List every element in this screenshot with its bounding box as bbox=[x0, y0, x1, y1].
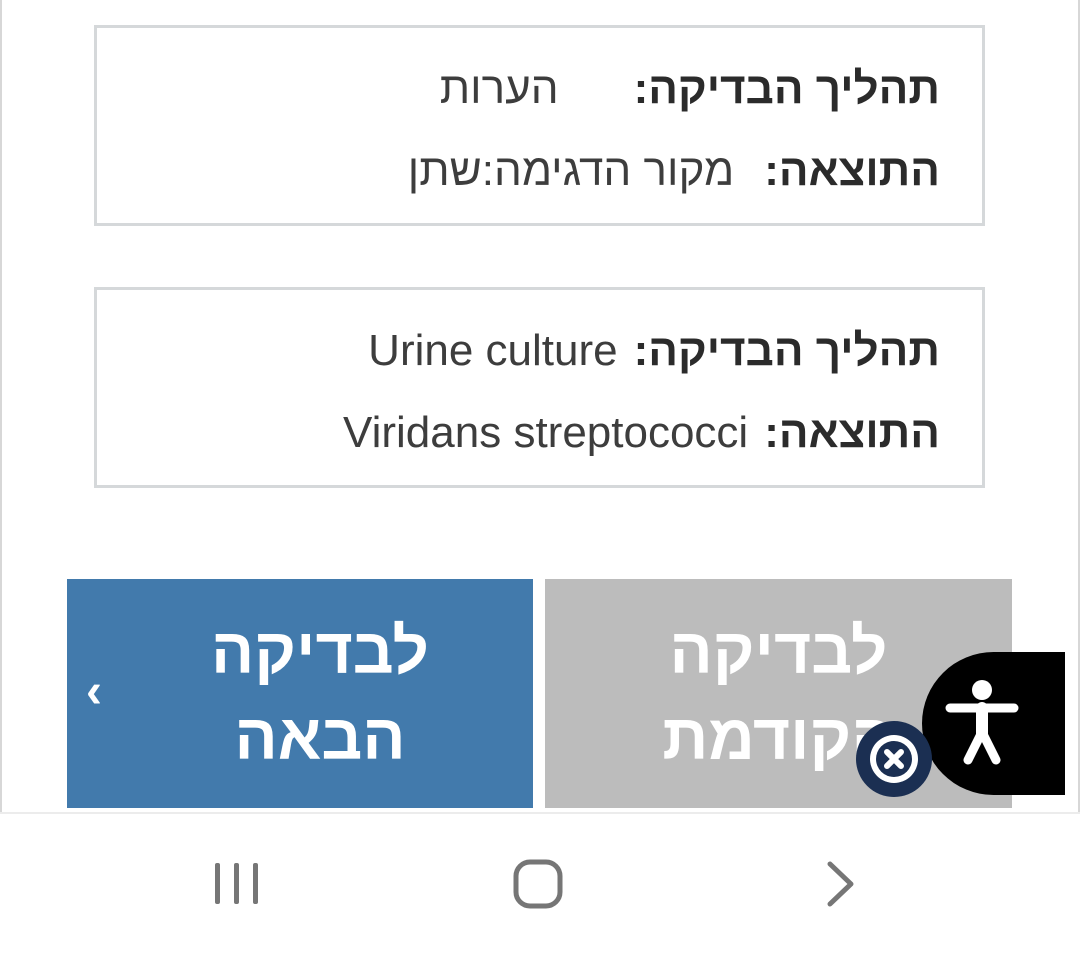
back-chevron-icon bbox=[827, 861, 854, 907]
procedure-value: הערות bbox=[439, 64, 559, 113]
procedure-row: תהליך הבדיקה: Urine culture bbox=[368, 326, 940, 376]
back-button[interactable] bbox=[795, 844, 885, 924]
accessibility-widget-button[interactable] bbox=[922, 652, 1065, 795]
system-navigation-bar bbox=[0, 812, 1080, 955]
result-value: מקור הדגימה:שתן bbox=[407, 146, 735, 195]
result-card: תהליך הבדיקה: הערות התוצאה: מקור הדגימה:… bbox=[94, 25, 985, 226]
next-test-label: לבדיקה הבאה bbox=[211, 614, 429, 773]
test-results-page: תהליך הבדיקה: הערות התוצאה: מקור הדגימה:… bbox=[0, 0, 1080, 812]
result-label: התוצאה: bbox=[764, 408, 940, 457]
chevron-left-icon: ‹ bbox=[86, 665, 102, 718]
procedure-label: תהליך הבדיקה: bbox=[633, 64, 940, 113]
procedure-row: תהליך הבדיקה: הערות bbox=[440, 64, 940, 114]
recent-apps-button[interactable] bbox=[192, 844, 282, 924]
result-label: התוצאה: bbox=[764, 146, 940, 195]
close-accessibility-button[interactable] bbox=[856, 721, 932, 797]
recent-apps-icon bbox=[215, 863, 258, 904]
close-x-icon bbox=[870, 735, 918, 783]
accessibility-person-icon bbox=[945, 680, 1019, 765]
result-row: התוצאה: Viridans streptococci bbox=[343, 408, 940, 458]
procedure-label: תהליך הבדיקה: bbox=[633, 326, 940, 375]
home-icon bbox=[513, 859, 563, 909]
result-value: Viridans streptococci bbox=[343, 408, 749, 457]
home-button[interactable] bbox=[493, 844, 583, 924]
result-row: התוצאה: מקור הדגימה:שתן bbox=[408, 146, 940, 196]
procedure-value: Urine culture bbox=[368, 326, 618, 375]
result-card: תהליך הבדיקה: Urine culture התוצאה: Viri… bbox=[94, 287, 985, 488]
next-test-button[interactable]: לבדיקה הבאה bbox=[67, 579, 533, 808]
